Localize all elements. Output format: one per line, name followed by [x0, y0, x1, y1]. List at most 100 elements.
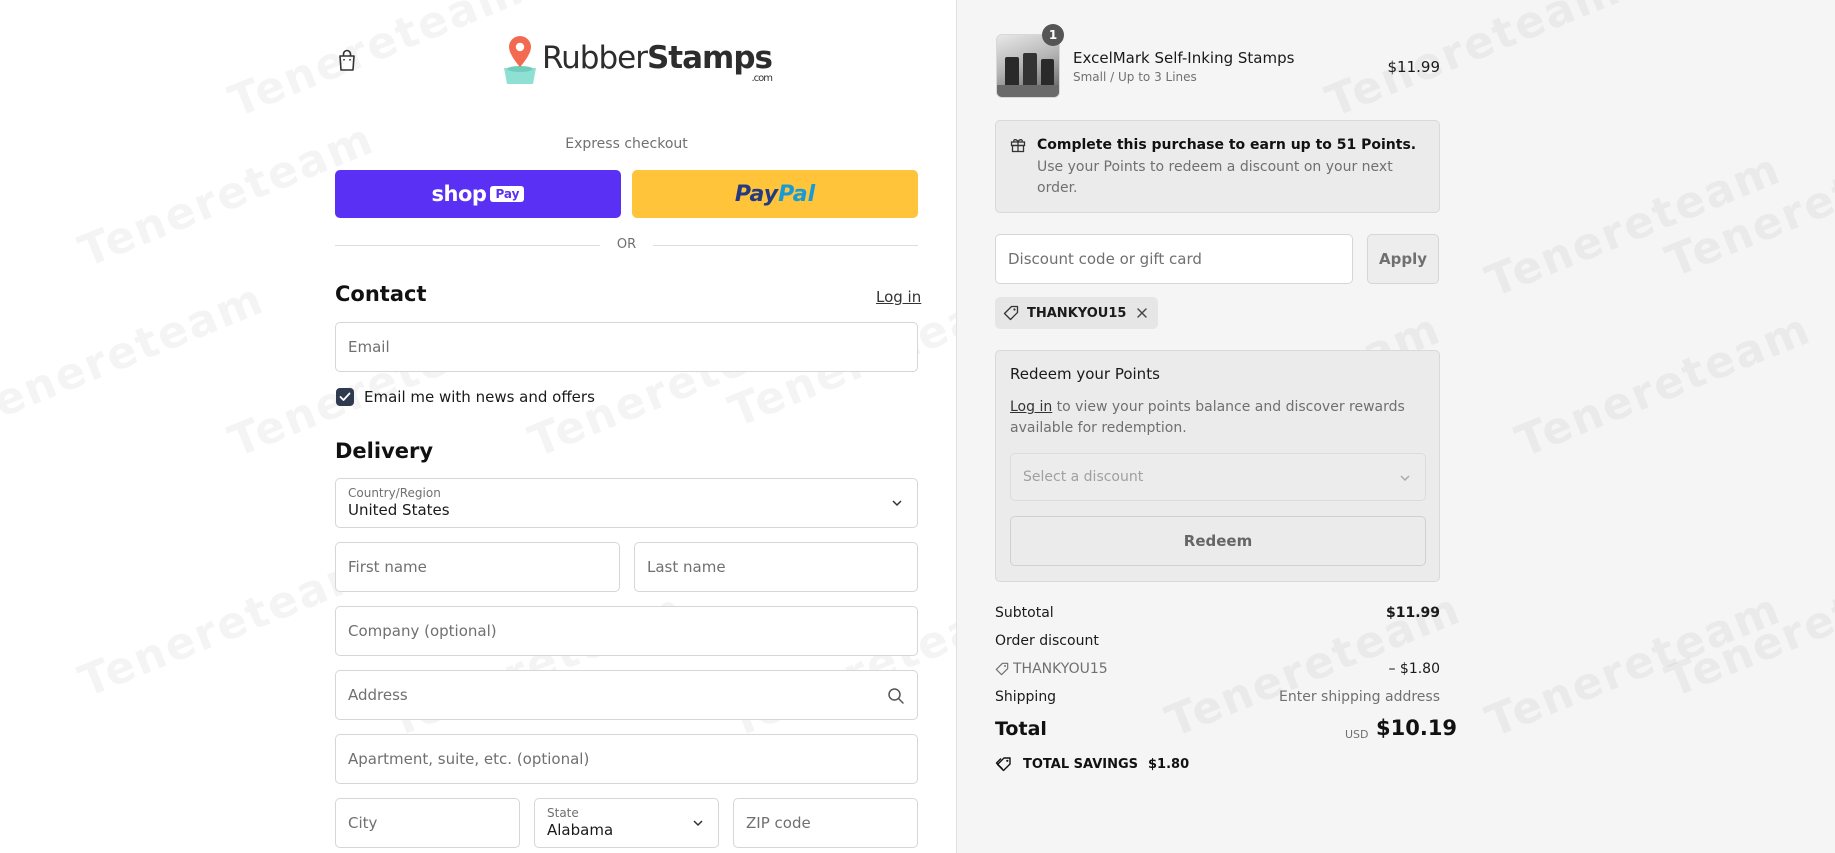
subtotal-label: Subtotal	[995, 605, 1054, 621]
order-discount-code: THANKYOU15	[995, 661, 1108, 677]
search-icon[interactable]	[887, 687, 905, 705]
or-label: OR	[616, 237, 637, 252]
watermark: Tenereteam	[1659, 123, 1835, 288]
discount-placeholder: Discount code or gift card	[1008, 250, 1202, 268]
redeem-discount-select[interactable]: Select a discount	[1010, 453, 1426, 501]
email-field[interactable]: Email	[335, 322, 918, 372]
points-earn-description: Use your Points to redeem a discount on …	[1037, 159, 1393, 196]
total-currency: USD	[1345, 728, 1369, 741]
watermark: Tenereteam	[222, 0, 531, 128]
redeem-login-link[interactable]: Log in	[1010, 399, 1052, 415]
contact-heading: Contact	[335, 282, 427, 306]
last-name-placeholder: Last name	[647, 558, 726, 576]
chevron-down-icon	[1400, 475, 1410, 482]
product-price: $11.99	[1387, 58, 1441, 76]
map-pin-icon	[504, 36, 536, 84]
company-field[interactable]: Company (optional)	[335, 606, 918, 656]
redeem-description-text: to view your points balance and discover…	[1010, 399, 1405, 436]
applied-discount-chip: THANKYOU15	[995, 297, 1159, 329]
email-placeholder: Email	[348, 338, 390, 356]
first-name-placeholder: First name	[348, 558, 427, 576]
applied-discount-code: THANKYOU15	[1027, 305, 1127, 321]
apartment-field[interactable]: Apartment, suite, etc. (optional)	[335, 734, 918, 784]
delivery-heading: Delivery	[335, 439, 434, 463]
logo-text-bold: Stamps	[646, 40, 773, 76]
watermark: Tenereteam	[1479, 143, 1788, 308]
total-value: $10.19	[1376, 716, 1458, 740]
checkmark-icon	[339, 392, 351, 401]
checkout-form-panel: Tenereteam Tenereteam Tenereteam Teneret…	[0, 0, 1031, 853]
shopping-bag-icon[interactable]	[336, 48, 358, 72]
watermark: Tenereteam	[1479, 583, 1788, 748]
country-select[interactable]: Country/Region United States	[335, 478, 918, 528]
country-label: Country/Region	[348, 486, 441, 500]
stamp-base	[997, 85, 1059, 97]
total-savings-label: TOTAL SAVINGS	[1023, 756, 1139, 772]
stamp-shape	[1041, 59, 1054, 87]
total-label: Total	[995, 718, 1047, 740]
newsletter-checkbox[interactable]	[336, 388, 354, 406]
shop-pay-wordmark: shop	[431, 182, 487, 206]
gift-icon	[1010, 139, 1026, 153]
tags-icon	[995, 757, 1011, 772]
product-name: ExcelMark Self-Inking Stamps	[1073, 49, 1295, 67]
state-value: Alabama	[547, 821, 614, 839]
watermark: Tenereteam	[1659, 543, 1835, 708]
first-name-field[interactable]: First name	[335, 542, 620, 592]
zip-field[interactable]: ZIP code	[733, 798, 918, 848]
order-discount-code-text: THANKYOU15	[1013, 661, 1108, 677]
paypal-wordmark-part2: Pal	[778, 181, 816, 207]
last-name-field[interactable]: Last name	[634, 542, 918, 592]
points-earn-banner: Complete this purchase to earn up to 51 …	[995, 120, 1440, 213]
state-label: State	[547, 806, 579, 820]
city-placeholder: City	[348, 814, 378, 832]
store-logo[interactable]: RubberStamps .com	[500, 34, 773, 84]
redeem-title: Redeem your Points	[1010, 365, 1160, 383]
points-earn-title: Complete this purchase to earn up to 51 …	[1037, 137, 1417, 153]
country-value: United States	[348, 501, 450, 519]
express-checkout-label: Express checkout	[565, 136, 688, 152]
logo-suffix: .com	[751, 73, 773, 84]
redeem-select-placeholder: Select a discount	[1023, 469, 1144, 485]
stamp-shape	[1023, 53, 1037, 87]
apartment-placeholder: Apartment, suite, etc. (optional)	[348, 750, 590, 768]
company-placeholder: Company (optional)	[348, 622, 497, 640]
shipping-value: Enter shipping address	[1279, 689, 1440, 705]
quantity-badge: 1	[1042, 24, 1064, 46]
redeem-points-panel: Redeem your Points Log in to view your p…	[995, 350, 1440, 582]
newsletter-label: Email me with news and offers	[364, 388, 595, 406]
close-icon[interactable]	[1136, 307, 1148, 319]
shop-pay-button[interactable]: shop Pay	[335, 170, 621, 218]
city-field[interactable]: City	[335, 798, 520, 848]
chevron-down-icon	[892, 500, 902, 507]
apply-discount-button[interactable]: Apply	[1367, 234, 1439, 284]
state-select[interactable]: State Alabama	[534, 798, 719, 848]
address-placeholder: Address	[348, 686, 408, 704]
watermark: Tenereteam	[1509, 303, 1818, 468]
stamp-shape	[1005, 57, 1019, 87]
subtotal-value: $11.99	[1385, 605, 1440, 621]
order-discount-label: Order discount	[995, 633, 1099, 649]
zip-placeholder: ZIP code	[746, 814, 811, 832]
chevron-down-icon	[693, 820, 703, 827]
paypal-wordmark-part1: Pay	[734, 181, 779, 207]
redeem-description: Log in to view your points balance and d…	[1010, 397, 1420, 439]
tag-icon	[1003, 305, 1019, 321]
product-variant: Small / Up to 3 Lines	[1073, 70, 1197, 84]
total-savings-value: $1.80	[1148, 756, 1190, 772]
watermark: Tenereteam	[0, 273, 271, 438]
paypal-button[interactable]: Pay Pal	[632, 170, 918, 218]
shipping-label: Shipping	[995, 689, 1057, 705]
tag-icon	[995, 662, 1009, 676]
newsletter-checkbox-row[interactable]: Email me with news and offers	[336, 388, 595, 406]
order-discount-value: – $1.80	[1388, 661, 1440, 677]
shop-pay-badge: Pay	[490, 186, 525, 202]
or-divider: OR	[335, 236, 918, 254]
login-link[interactable]: Log in	[876, 288, 921, 306]
redeem-button[interactable]: Redeem	[1010, 516, 1426, 566]
discount-code-input[interactable]: Discount code or gift card	[995, 234, 1353, 284]
total-savings: TOTAL SAVINGS $1.80	[995, 756, 1189, 772]
logo-wordmark: RubberStamps .com	[542, 40, 773, 84]
logo-text-regular: Rubber	[542, 40, 648, 76]
address-field[interactable]: Address	[335, 670, 918, 720]
